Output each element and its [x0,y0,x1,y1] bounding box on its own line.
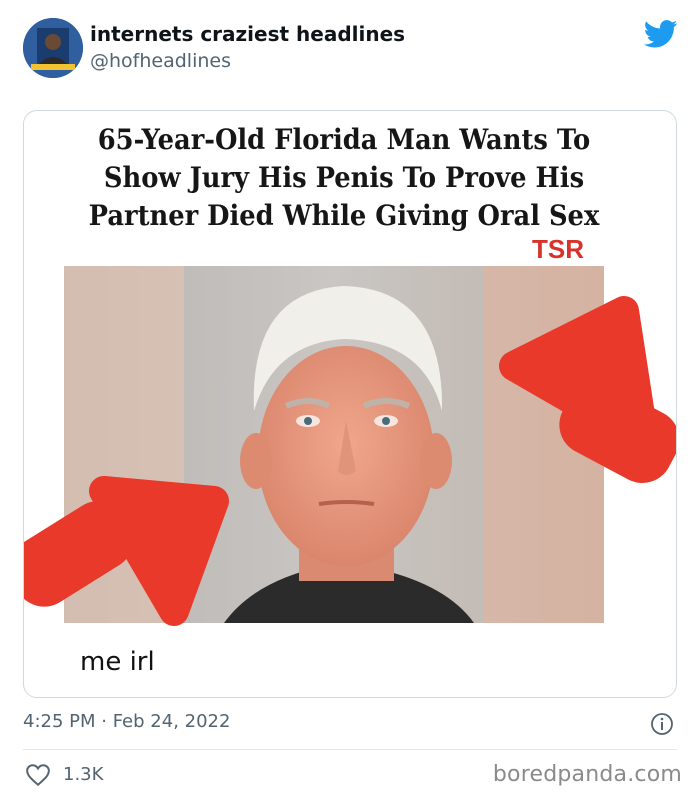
headline-line: 65-Year-Old Florida Man Wants To [97,123,591,156]
like-count[interactable]: 1.3K [63,764,103,785]
tweet-timestamp[interactable]: 4:25 PM · Feb 24, 2022 [23,711,230,732]
watermark: boredpanda.com [492,762,682,787]
headline-line: Partner Died While Giving Oral Sex [88,199,600,232]
heart-icon[interactable] [25,763,51,787]
meme-headline: 65-Year-Old Florida Man Wants To Show Ju… [86,121,601,235]
user-handle[interactable]: @hofheadlines [90,50,231,72]
avatar[interactable] [23,18,83,78]
media-card[interactable]: TSR 65-Year-Old Florida Man Wants To Sho… [23,110,677,698]
source-logo: TSR [532,234,584,264]
display-name[interactable]: internets craziest headlines [90,22,405,46]
meme-caption: me irl [80,647,155,677]
headline-line: Show Jury His Penis To Prove His [103,161,585,194]
twitter-bird-icon[interactable] [643,20,678,48]
divider [23,749,677,750]
info-icon[interactable] [650,712,674,736]
